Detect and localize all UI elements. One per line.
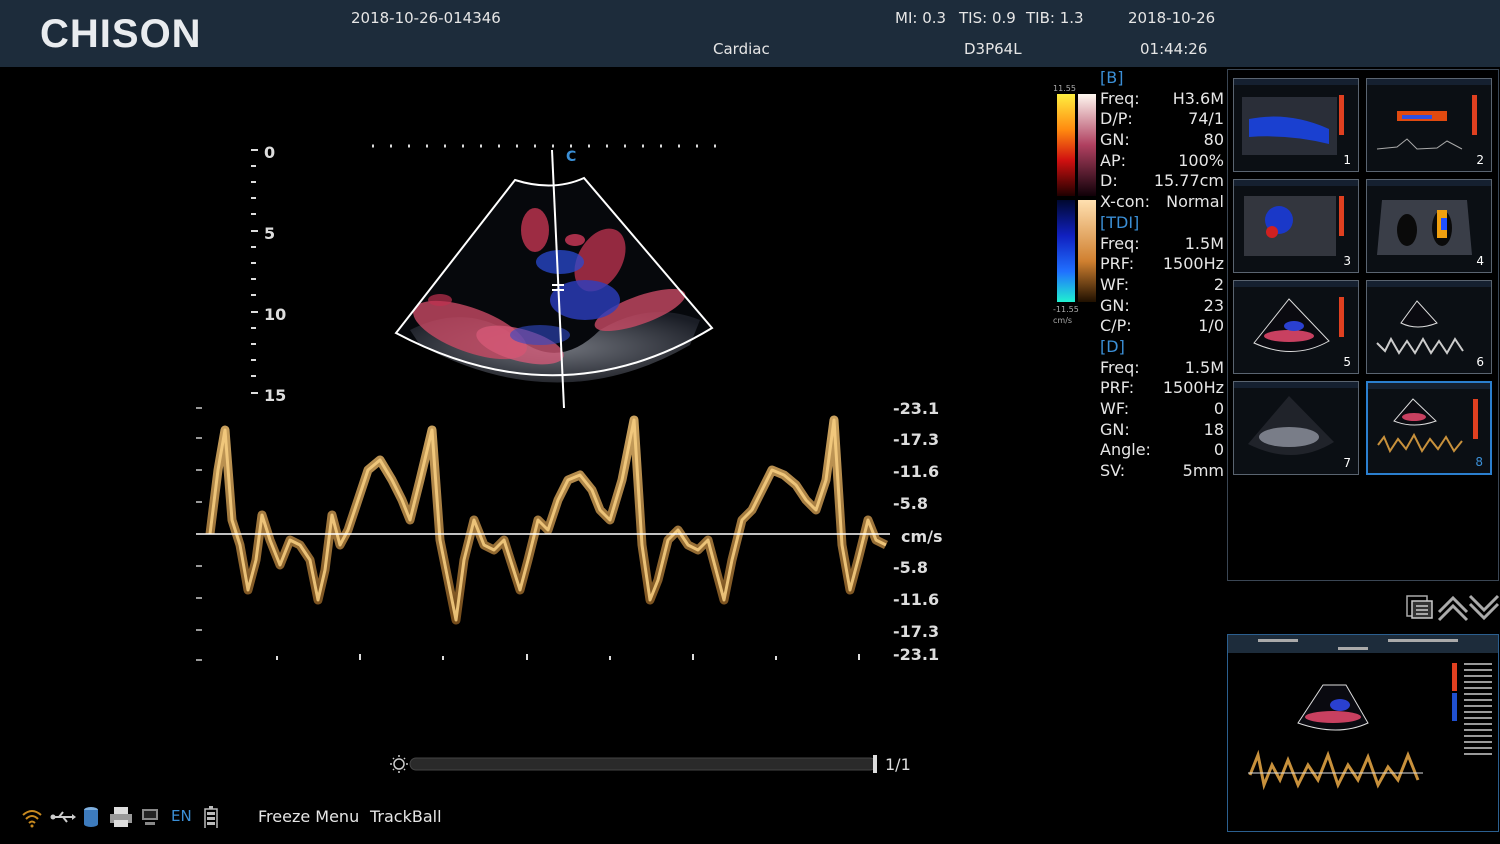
param-d-prf: PRF: 1500Hz	[1100, 378, 1224, 398]
mi-index: MI: 0.3	[895, 9, 947, 27]
depth-label-5: 5	[264, 224, 275, 243]
thumbnail-panel: 1 2 3 4 5 6 7 8	[1227, 69, 1499, 581]
param-tdi-cp: C/P: 1/0	[1100, 316, 1224, 336]
header-bar: CHISON 2018-10-26-014346 Cardiac MI: 0.3…	[0, 0, 1500, 67]
thumbnail-6[interactable]: 6	[1366, 280, 1492, 374]
depth-label-0: 0	[264, 143, 275, 162]
preset-label: Cardiac	[713, 40, 770, 58]
cine-slider-track[interactable]	[409, 757, 877, 771]
tib-index: TIB: 1.3	[1026, 9, 1084, 27]
d-mode-header: [D]	[1100, 336, 1125, 356]
param-tdi-wf: WF: 2	[1100, 274, 1224, 294]
page-down-icon[interactable]	[1468, 594, 1500, 622]
param-d-freq: Freq: 1.5M	[1100, 357, 1224, 377]
thumbnail-4[interactable]: 4	[1366, 179, 1492, 273]
date-label: 2018-10-26	[1128, 9, 1216, 27]
thumbnail-8[interactable]: 8	[1366, 381, 1492, 475]
list-icon[interactable]	[1405, 594, 1435, 620]
thumbnail-7[interactable]: 7	[1233, 381, 1359, 475]
exam-id: 2018-10-26-014346	[351, 9, 501, 27]
screen-preview[interactable]	[1227, 634, 1499, 832]
storage-icon	[84, 807, 98, 827]
cursor-label: C	[566, 149, 576, 165]
color-bar-max: 11.55	[1053, 84, 1076, 93]
velocity-scale-2: -11.6	[893, 462, 939, 481]
thumbnail-1[interactable]: 1	[1233, 78, 1359, 172]
trackball-label[interactable]: TrackBall	[370, 807, 442, 826]
velocity-scale-7: -17.3	[893, 622, 939, 641]
page-up-icon[interactable]	[1437, 594, 1469, 622]
param-d-gn: GN: 18	[1100, 419, 1224, 439]
velocity-scale-0: -23.1	[893, 399, 939, 418]
language-indicator[interactable]: EN	[171, 807, 192, 825]
velocity-scale-3: -5.8	[893, 494, 928, 513]
color-bar-min: -11.55	[1053, 305, 1079, 314]
sector-image: C	[394, 149, 714, 409]
ultrasound-image-area[interactable]: 0 5 10 15 C -23.1 -17.3 -11.6 -5.8 cm/s …	[0, 67, 1050, 787]
parameter-panel: [B] Freq: H3.6M D/P: 74/1 GN: 80 AP: 100% D:…	[1100, 68, 1224, 482]
thumbnail-5[interactable]: 5	[1233, 280, 1359, 374]
velocity-scale-8: -23.1	[893, 645, 939, 664]
param-d-angle: Angle: 0	[1100, 440, 1224, 460]
param-b-freq: Freq: H3.6M	[1100, 88, 1224, 108]
cine-slider-handle[interactable]	[873, 755, 877, 773]
param-d-wf: WF: 0	[1100, 399, 1224, 418]
param-d-sv: SV: 5mm	[1100, 461, 1224, 481]
cine-bar[interactable]: 1/1	[390, 755, 911, 774]
velocity-scale-unit: cm/s	[901, 527, 943, 546]
printer-icon	[110, 807, 132, 827]
freeze-menu-label[interactable]: Freeze Menu	[258, 807, 359, 826]
depth-scale: 0 5 10 15	[251, 143, 286, 405]
probe-label: D3P64L	[964, 40, 1022, 58]
param-b-ap: AP: 100%	[1100, 150, 1224, 170]
depth-label-15: 15	[264, 386, 286, 405]
param-b-gn: GN: 80	[1100, 130, 1224, 150]
wifi-icon	[22, 810, 42, 828]
cine-counter: 1/1	[885, 755, 911, 774]
param-tdi-freq: Freq: 1.5M	[1100, 233, 1224, 253]
monitor-icon	[142, 809, 158, 825]
param-tdi-prf: PRF: 1500Hz	[1100, 254, 1224, 274]
velocity-scale-1: -17.3	[893, 430, 939, 449]
color-bar-unit: cm/s	[1053, 316, 1072, 325]
color-map-bar: 11.55 -11.55 cm/s	[1053, 84, 1096, 325]
brand-logo: CHISON	[40, 12, 202, 56]
battery-icon	[204, 806, 218, 828]
velocity-scale-6: -11.6	[893, 590, 939, 609]
thumbnail-2[interactable]: 2	[1366, 78, 1492, 172]
usb-icon	[50, 811, 76, 823]
brightness-icon[interactable]	[390, 755, 408, 773]
thumbnail-3[interactable]: 3	[1233, 179, 1359, 273]
doppler-spectrum: -23.1 -17.3 -11.6 -5.8 cm/s -5.8 -11.6 -…	[196, 399, 943, 664]
time-label: 01:44:26	[1140, 40, 1208, 58]
depth-label-10: 10	[264, 305, 286, 324]
b-mode-header: [B]	[1100, 68, 1124, 87]
tis-index: TIS: 0.9	[959, 9, 1016, 27]
param-tdi-gn: GN: 23	[1100, 295, 1224, 315]
param-b-xcon: X-con: Normal	[1100, 192, 1224, 212]
tdi-mode-header: [TDI]	[1100, 212, 1140, 232]
velocity-scale-5: -5.8	[893, 558, 928, 577]
param-b-depth: D: 15.77cm	[1100, 171, 1224, 191]
param-b-dp: D/P: 74/1	[1100, 109, 1224, 129]
